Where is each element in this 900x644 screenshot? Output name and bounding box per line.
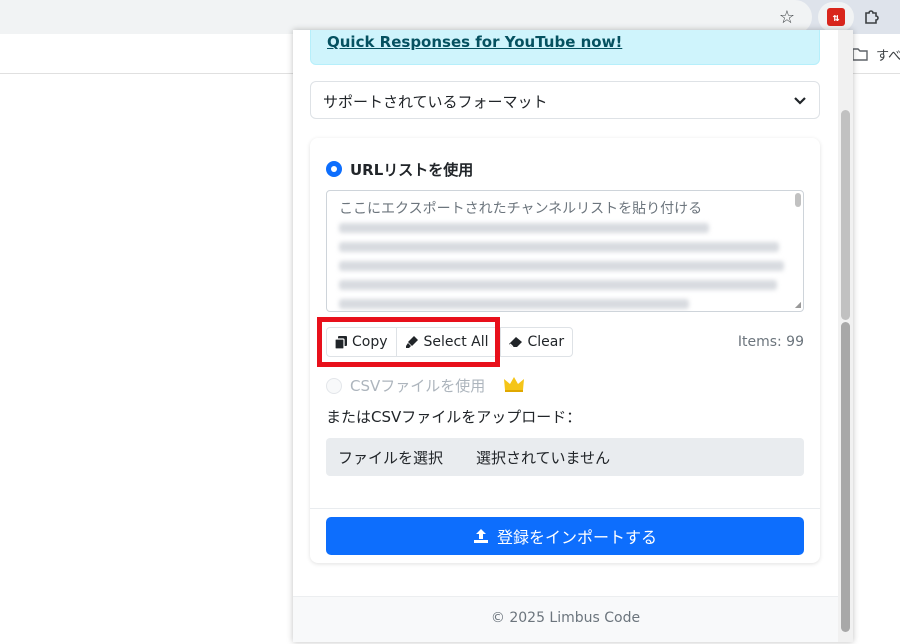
browser-toolbar: ☆ ⇅: [0, 0, 900, 34]
url-list-radio[interactable]: [326, 161, 342, 177]
scrollbar-thumb[interactable]: [841, 322, 850, 632]
upload-label: またはCSVファイルをアップロード：: [326, 408, 582, 426]
import-subscriptions-button[interactable]: 登録をインポートする: [326, 517, 804, 555]
textarea-scrollbar[interactable]: [795, 193, 801, 207]
textarea-placeholder: ここにエクスポートされたチャンネルリストを貼り付ける: [339, 201, 703, 217]
puzzle-icon[interactable]: [860, 6, 884, 28]
chevron-down-icon: [793, 93, 807, 112]
dropdown-label: サポートされているフォーマット: [323, 93, 548, 111]
csv-file-label[interactable]: CSVファイルを使用: [350, 375, 485, 396]
file-status: 選択されていません: [476, 449, 611, 467]
blurred-url-line: [339, 299, 689, 309]
csv-file-input[interactable]: ファイルを選択 選択されていません: [326, 438, 804, 476]
clear-button[interactable]: Clear: [499, 327, 574, 357]
popup-scrollbar[interactable]: [838, 30, 853, 642]
extension-button[interactable]: ⇅: [818, 2, 854, 32]
copyright-text: © 2025 Limbus Code: [490, 610, 641, 626]
crown-icon: [503, 375, 525, 397]
url-list-label[interactable]: URLリストを使用: [350, 159, 473, 180]
blurred-url-line: [339, 223, 709, 233]
address-bar[interactable]: [0, 0, 812, 34]
extension-logo-icon: ⇅: [827, 8, 845, 26]
items-count: Items: 99: [737, 334, 804, 350]
promo-banner: Quick Responses for YouTube now!: [310, 30, 820, 65]
csv-file-radio[interactable]: [326, 378, 342, 394]
eraser-icon: [508, 337, 522, 348]
upload-icon: [473, 529, 488, 543]
blurred-url-line: [339, 261, 784, 271]
promo-link[interactable]: Quick Responses for YouTube now!: [327, 33, 622, 51]
blurred-url-line: [339, 280, 777, 290]
channel-list-textarea[interactable]: ここにエクスポートされたチャンネルリストを貼り付ける ◢: [326, 190, 804, 312]
supported-formats-dropdown[interactable]: サポートされているフォーマット: [310, 81, 820, 119]
folder-icon: [852, 46, 868, 65]
footer: © 2025 Limbus Code: [293, 596, 838, 642]
choose-file-button[interactable]: ファイルを選択: [338, 447, 443, 468]
highlight-box: [317, 317, 500, 367]
import-label: 登録をインポートする: [496, 528, 657, 547]
clear-label: Clear: [527, 334, 565, 350]
scrollbar-track-upper: [841, 110, 850, 320]
resize-handle-icon[interactable]: ◢: [795, 300, 801, 309]
bookmark-folder-label[interactable]: すべ: [876, 45, 900, 64]
star-icon[interactable]: ☆: [776, 6, 798, 28]
blurred-url-line: [339, 242, 779, 252]
divider: [310, 508, 820, 509]
